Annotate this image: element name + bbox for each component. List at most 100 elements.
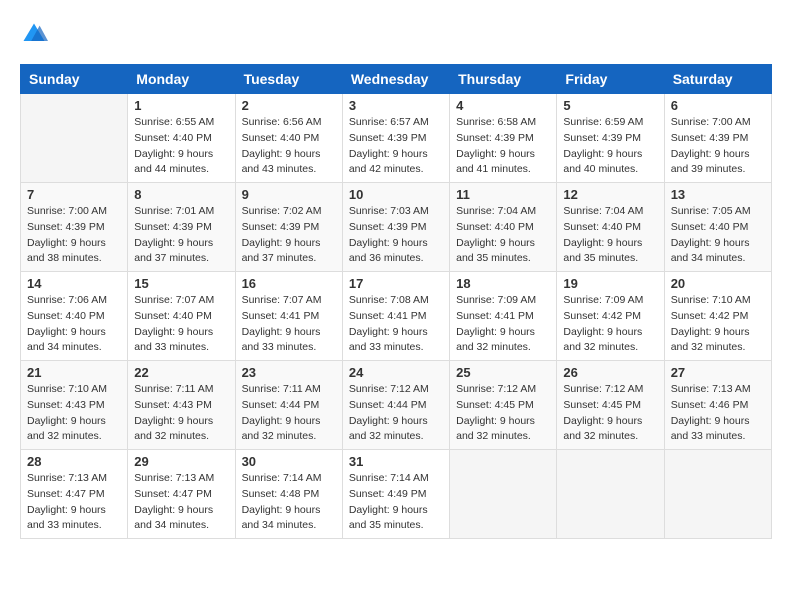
day-info: Sunrise: 7:13 AMSunset: 4:47 PMDaylight:… xyxy=(134,471,228,534)
day-number: 4 xyxy=(456,98,550,113)
day-number: 14 xyxy=(27,276,121,291)
day-info: Sunrise: 7:12 AMSunset: 4:44 PMDaylight:… xyxy=(349,382,443,445)
logo xyxy=(20,20,52,48)
day-number: 27 xyxy=(671,365,765,380)
calendar-cell: 14 Sunrise: 7:06 AMSunset: 4:40 PMDayligh… xyxy=(21,272,128,361)
calendar-week-5: 28 Sunrise: 7:13 AMSunset: 4:47 PMDayligh… xyxy=(21,450,772,539)
day-info: Sunrise: 7:10 AMSunset: 4:43 PMDaylight:… xyxy=(27,382,121,445)
calendar-week-1: 1 Sunrise: 6:55 AMSunset: 4:40 PMDaylight… xyxy=(21,94,772,183)
day-info: Sunrise: 7:12 AMSunset: 4:45 PMDaylight:… xyxy=(563,382,657,445)
day-info: Sunrise: 7:01 AMSunset: 4:39 PMDaylight:… xyxy=(134,204,228,267)
calendar-cell xyxy=(557,450,664,539)
calendar-cell: 18 Sunrise: 7:09 AMSunset: 4:41 PMDayligh… xyxy=(450,272,557,361)
calendar-cell: 15Sunrise: 7:07 AMSunset: 4:40 PMDayligh… xyxy=(128,272,235,361)
calendar-cell: 8 Sunrise: 7:01 AMSunset: 4:39 PMDaylight… xyxy=(128,183,235,272)
weekday-header-wednesday: Wednesday xyxy=(342,65,449,94)
day-number: 24 xyxy=(349,365,443,380)
calendar-header-row: SundayMondayTuesdayWednesdayThursdayFrid… xyxy=(21,65,772,94)
calendar-cell: 5 Sunrise: 6:59 AMSunset: 4:39 PMDaylight… xyxy=(557,94,664,183)
day-number: 1 xyxy=(134,98,228,113)
calendar-week-4: 21 Sunrise: 7:10 AMSunset: 4:43 PMDayligh… xyxy=(21,361,772,450)
calendar-cell: 9Sunrise: 7:02 AMSunset: 4:39 PMDaylight… xyxy=(235,183,342,272)
calendar-cell: 4Sunrise: 6:58 AMSunset: 4:39 PMDaylight… xyxy=(450,94,557,183)
calendar-cell: 27 Sunrise: 7:13 AMSunset: 4:46 PMDayligh… xyxy=(664,361,771,450)
weekday-header-monday: Monday xyxy=(128,65,235,94)
day-info: Sunrise: 7:03 AMSunset: 4:39 PMDaylight:… xyxy=(349,204,443,267)
calendar-cell: 2 Sunrise: 6:56 AMSunset: 4:40 PMDaylight… xyxy=(235,94,342,183)
day-info: Sunrise: 7:11 AMSunset: 4:44 PMDaylight:… xyxy=(242,382,336,445)
weekday-header-sunday: Sunday xyxy=(21,65,128,94)
day-info: Sunrise: 6:57 AMSunset: 4:39 PMDaylight:… xyxy=(349,115,443,178)
calendar-cell: 17 Sunrise: 7:08 AMSunset: 4:41 PMDayligh… xyxy=(342,272,449,361)
day-number: 12 xyxy=(563,187,657,202)
calendar-cell: 13 Sunrise: 7:05 AMSunset: 4:40 PMDayligh… xyxy=(664,183,771,272)
calendar-cell: 31Sunrise: 7:14 AMSunset: 4:49 PMDayligh… xyxy=(342,450,449,539)
day-info: Sunrise: 6:55 AMSunset: 4:40 PMDaylight:… xyxy=(134,115,228,178)
day-number: 22 xyxy=(134,365,228,380)
calendar-cell xyxy=(21,94,128,183)
page-header xyxy=(20,20,772,48)
calendar-cell xyxy=(450,450,557,539)
day-number: 13 xyxy=(671,187,765,202)
day-number: 19 xyxy=(563,276,657,291)
calendar-cell: 19 Sunrise: 7:09 AMSunset: 4:42 PMDayligh… xyxy=(557,272,664,361)
day-number: 31 xyxy=(349,454,443,469)
day-info: Sunrise: 7:07 AMSunset: 4:41 PMDaylight:… xyxy=(242,293,336,356)
day-info: Sunrise: 7:04 AMSunset: 4:40 PMDaylight:… xyxy=(563,204,657,267)
day-info: Sunrise: 7:10 AMSunset: 4:42 PMDaylight:… xyxy=(671,293,765,356)
calendar-cell: 24 Sunrise: 7:12 AMSunset: 4:44 PMDayligh… xyxy=(342,361,449,450)
calendar-cell: 20 Sunrise: 7:10 AMSunset: 4:42 PMDayligh… xyxy=(664,272,771,361)
day-number: 3 xyxy=(349,98,443,113)
day-number: 26 xyxy=(563,365,657,380)
day-number: 29 xyxy=(134,454,228,469)
calendar-cell: 22 Sunrise: 7:11 AMSunset: 4:43 PMDayligh… xyxy=(128,361,235,450)
day-number: 20 xyxy=(671,276,765,291)
day-info: Sunrise: 7:09 AMSunset: 4:41 PMDaylight:… xyxy=(456,293,550,356)
day-number: 10 xyxy=(349,187,443,202)
calendar-cell: 29 Sunrise: 7:13 AMSunset: 4:47 PMDayligh… xyxy=(128,450,235,539)
day-info: Sunrise: 7:00 AMSunset: 4:39 PMDaylight:… xyxy=(27,204,121,267)
day-info: Sunrise: 7:00 AMSunset: 4:39 PMDaylight:… xyxy=(671,115,765,178)
calendar-cell: 12 Sunrise: 7:04 AMSunset: 4:40 PMDayligh… xyxy=(557,183,664,272)
day-info: Sunrise: 7:11 AMSunset: 4:43 PMDaylight:… xyxy=(134,382,228,445)
day-number: 21 xyxy=(27,365,121,380)
calendar-cell xyxy=(664,450,771,539)
day-number: 25 xyxy=(456,365,550,380)
calendar-cell: 26 Sunrise: 7:12 AMSunset: 4:45 PMDayligh… xyxy=(557,361,664,450)
calendar-table: SundayMondayTuesdayWednesdayThursdayFrid… xyxy=(20,64,772,539)
calendar-week-2: 7Sunrise: 7:00 AMSunset: 4:39 PMDaylight… xyxy=(21,183,772,272)
calendar-cell: 16 Sunrise: 7:07 AMSunset: 4:41 PMDayligh… xyxy=(235,272,342,361)
day-number: 5 xyxy=(563,98,657,113)
weekday-header-friday: Friday xyxy=(557,65,664,94)
calendar-cell: 7Sunrise: 7:00 AMSunset: 4:39 PMDaylight… xyxy=(21,183,128,272)
day-info: Sunrise: 7:09 AMSunset: 4:42 PMDaylight:… xyxy=(563,293,657,356)
day-number: 15 xyxy=(134,276,228,291)
calendar-cell: 21 Sunrise: 7:10 AMSunset: 4:43 PMDayligh… xyxy=(21,361,128,450)
day-number: 16 xyxy=(242,276,336,291)
day-info: Sunrise: 7:02 AMSunset: 4:39 PMDaylight:… xyxy=(242,204,336,267)
calendar-cell: 23Sunrise: 7:11 AMSunset: 4:44 PMDayligh… xyxy=(235,361,342,450)
calendar-body: 1 Sunrise: 6:55 AMSunset: 4:40 PMDaylight… xyxy=(21,94,772,539)
calendar-cell: 6Sunrise: 7:00 AMSunset: 4:39 PMDaylight… xyxy=(664,94,771,183)
day-number: 17 xyxy=(349,276,443,291)
day-number: 18 xyxy=(456,276,550,291)
calendar-cell: 10 Sunrise: 7:03 AMSunset: 4:39 PMDayligh… xyxy=(342,183,449,272)
day-info: Sunrise: 7:13 AMSunset: 4:46 PMDaylight:… xyxy=(671,382,765,445)
day-info: Sunrise: 6:59 AMSunset: 4:39 PMDaylight:… xyxy=(563,115,657,178)
day-info: Sunrise: 6:56 AMSunset: 4:40 PMDaylight:… xyxy=(242,115,336,178)
calendar-cell: 3 Sunrise: 6:57 AMSunset: 4:39 PMDaylight… xyxy=(342,94,449,183)
day-number: 28 xyxy=(27,454,121,469)
day-number: 8 xyxy=(134,187,228,202)
logo-icon xyxy=(20,20,48,48)
day-info: Sunrise: 7:05 AMSunset: 4:40 PMDaylight:… xyxy=(671,204,765,267)
day-info: Sunrise: 7:06 AMSunset: 4:40 PMDaylight:… xyxy=(27,293,121,356)
calendar-cell: 30Sunrise: 7:14 AMSunset: 4:48 PMDayligh… xyxy=(235,450,342,539)
weekday-header-saturday: Saturday xyxy=(664,65,771,94)
weekday-header-thursday: Thursday xyxy=(450,65,557,94)
day-info: Sunrise: 7:08 AMSunset: 4:41 PMDaylight:… xyxy=(349,293,443,356)
calendar-week-3: 14 Sunrise: 7:06 AMSunset: 4:40 PMDayligh… xyxy=(21,272,772,361)
calendar-cell: 11Sunrise: 7:04 AMSunset: 4:40 PMDayligh… xyxy=(450,183,557,272)
calendar-cell: 28Sunrise: 7:13 AMSunset: 4:47 PMDayligh… xyxy=(21,450,128,539)
day-number: 11 xyxy=(456,187,550,202)
day-number: 2 xyxy=(242,98,336,113)
